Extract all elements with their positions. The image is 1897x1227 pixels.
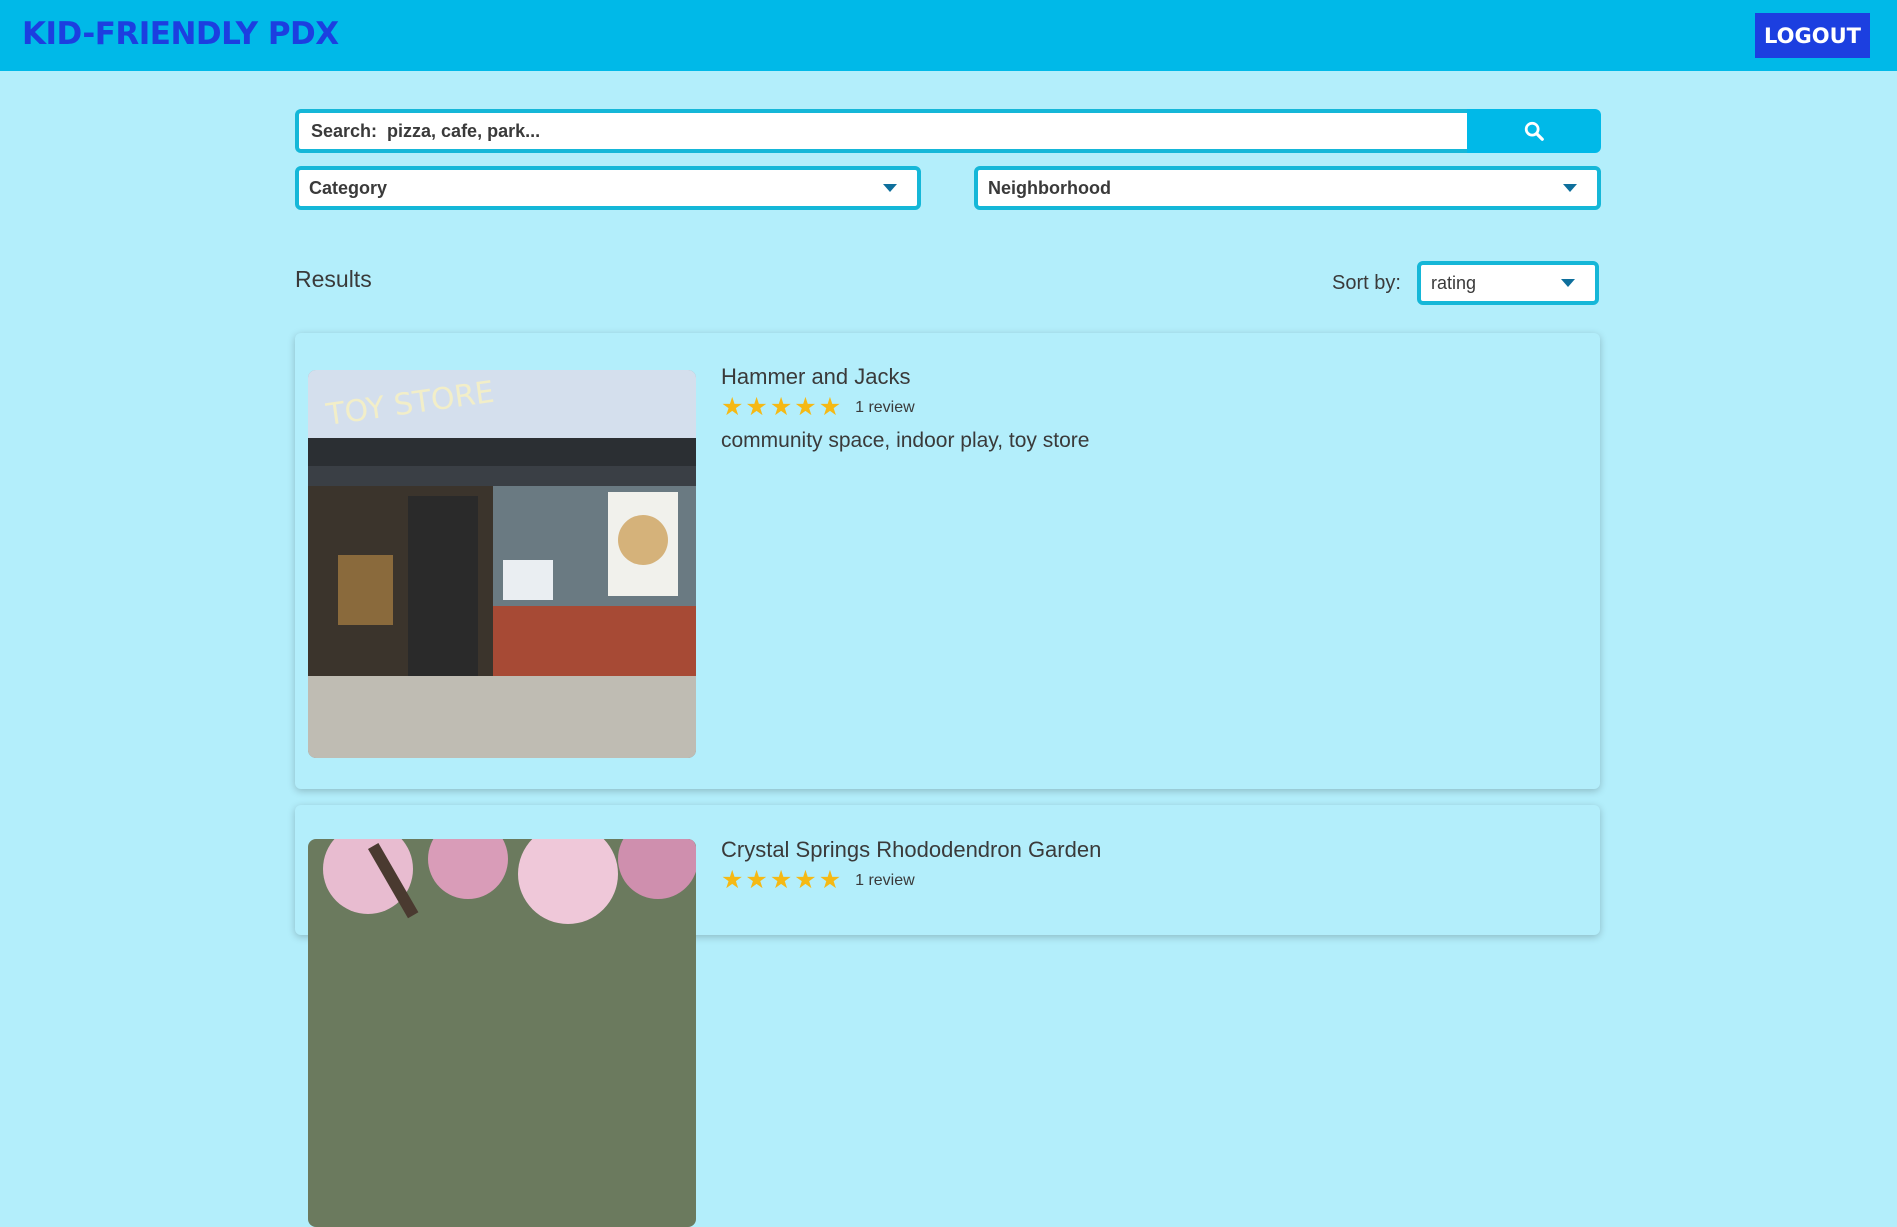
- search-input[interactable]: [295, 109, 1467, 153]
- result-tags: community space, indoor play, toy store: [721, 429, 1090, 452]
- star-icon: ★: [794, 866, 817, 894]
- rating-stars: ★ ★ ★ ★ ★ 1 review: [721, 868, 915, 893]
- chevron-down-icon: [883, 184, 897, 192]
- result-photo: TOY STORE: [308, 370, 696, 758]
- star-icon: ★: [769, 866, 793, 894]
- rating-stars: ★ ★ ★ ★ ★ 1 review: [721, 395, 915, 420]
- review-count: 1 review: [855, 398, 915, 416]
- neighborhood-select-label: Neighborhood: [988, 177, 1111, 198]
- chevron-down-icon: [1563, 184, 1577, 192]
- star-icon: ★: [745, 866, 768, 894]
- search-bar: [295, 109, 1601, 153]
- brand-logo[interactable]: KID-FRIENDLY PDX: [22, 16, 339, 52]
- sort-select-value: rating: [1431, 272, 1477, 293]
- star-icon: ★: [818, 866, 842, 894]
- review-count: 1 review: [855, 871, 915, 889]
- star-icon: ★: [818, 393, 842, 421]
- result-title[interactable]: Crystal Springs Rhododendron Garden: [721, 837, 1101, 863]
- result-card[interactable]: Crystal Springs Rhododendron Garden ★ ★ …: [295, 805, 1600, 1227]
- sort-select[interactable]: rating: [1417, 261, 1599, 305]
- star-icon: ★: [721, 866, 744, 894]
- neighborhood-select[interactable]: Neighborhood: [974, 166, 1601, 210]
- search-icon: [1524, 121, 1544, 141]
- result-title[interactable]: Hammer and Jacks: [721, 364, 911, 390]
- star-icon: ★: [721, 393, 744, 421]
- star-icon: ★: [769, 393, 793, 421]
- top-nav-bar: KID-FRIENDLY PDX LOGOUT: [0, 0, 1897, 71]
- star-icon: ★: [745, 393, 768, 421]
- logout-button[interactable]: LOGOUT: [1755, 13, 1870, 58]
- result-card[interactable]: TOY STORE Hammer and Jacks ★ ★ ★ ★ ★ 1 r…: [295, 333, 1600, 789]
- category-select[interactable]: Category: [295, 166, 921, 210]
- results-heading: Results: [295, 266, 372, 292]
- search-button[interactable]: [1467, 109, 1601, 153]
- chevron-down-icon: [1561, 279, 1575, 287]
- result-photo: [308, 839, 696, 1227]
- sort-label: Sort by:: [1332, 272, 1401, 294]
- star-icon: ★: [794, 393, 817, 421]
- category-select-label: Category: [309, 177, 388, 198]
